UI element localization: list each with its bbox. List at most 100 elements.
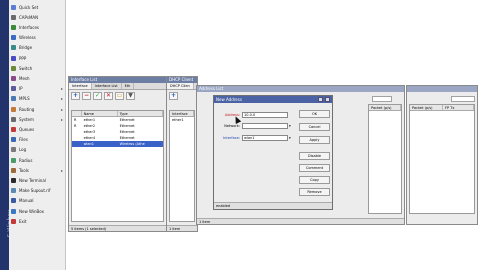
sidebar-item-quick-set[interactable]: Quick Set	[9, 3, 66, 11]
interface-select[interactable]: wlan1	[242, 134, 288, 141]
sidebar-item-queues[interactable]: Queues	[9, 125, 66, 133]
traffic-window: Packet (p/s) FP Tx	[406, 85, 478, 225]
add-button[interactable]: +	[71, 91, 80, 100]
table-row[interactable]: wlan1 Wireless (Athe	[72, 141, 163, 147]
sidebar-item-manual[interactable]: Manual	[9, 197, 66, 205]
col-fp-tx[interactable]: FP Tx	[443, 105, 474, 110]
routing-icon	[11, 106, 16, 112]
address-status: 1 item	[197, 218, 404, 224]
sidebar-item-mpls[interactable]: MPLS ▸	[9, 95, 66, 103]
disable-button[interactable]: Disable	[299, 152, 330, 160]
comment-button[interactable]: ▭	[115, 91, 124, 100]
sidebar-item-system[interactable]: System ▸	[9, 115, 66, 123]
sidebar-item-label: Radius	[19, 157, 33, 163]
sidebar-item-tools[interactable]: Tools ▸	[9, 166, 66, 174]
winbox-side-strip: S Winbox	[0, 0, 13, 270]
sidebar-item-bridge[interactable]: Bridge	[9, 44, 66, 52]
sidebar-item-wireless[interactable]: Wireless	[9, 34, 66, 42]
tab-interface[interactable]: Interface	[69, 83, 92, 89]
sidebar-item-capsman[interactable]: CAPsMAN	[9, 13, 66, 21]
network-field[interactable]	[242, 122, 288, 129]
disable-button[interactable]: ✕	[104, 91, 113, 100]
sidebar-item-label: Exit	[19, 218, 27, 224]
address-table: Packet (p/s)	[368, 104, 402, 214]
remove-button[interactable]: Remove	[299, 188, 330, 196]
sidebar-item-new-terminal[interactable]: New Terminal	[9, 176, 66, 184]
sidebar-item-label: IP	[19, 86, 23, 92]
sidebar-item-label: Manual	[19, 198, 34, 204]
chevron-right-icon: ▸	[60, 86, 63, 92]
exit-icon	[11, 218, 16, 224]
ppp-icon	[11, 55, 16, 61]
dialog-title[interactable]: New Address	[214, 96, 332, 103]
remove-button[interactable]: −	[82, 91, 91, 100]
address-field[interactable]: 10.0.0	[242, 111, 288, 118]
comment-button[interactable]: Comment	[299, 164, 330, 172]
col-packet-ps[interactable]: Packet (p/s)	[410, 105, 443, 110]
ip-icon	[11, 86, 16, 92]
col-interface[interactable]: Interface	[170, 111, 194, 116]
sidebar-item-label: Log	[19, 147, 27, 153]
sidebar-item-label: CAPsMAN	[19, 14, 39, 20]
sidebar-item-routing[interactable]: Routing ▸	[9, 105, 66, 113]
sidebar-item-interfaces[interactable]: Interfaces	[9, 23, 66, 31]
sidebar-item-label: Routing	[19, 106, 35, 112]
traffic-find-box[interactable]	[451, 96, 475, 102]
mesh-icon	[11, 75, 16, 81]
sidebar-item-label: Interfaces	[19, 24, 39, 30]
bridge-icon	[11, 45, 16, 51]
dhcp-row-interface: ether1	[172, 118, 184, 122]
interface-status: 5 items (1 selected)	[69, 225, 166, 231]
manual-icon	[11, 198, 16, 204]
table-row[interactable]: ether1	[170, 117, 194, 123]
chevron-down-icon[interactable]: ▾	[289, 124, 291, 128]
winbox-icon	[11, 208, 16, 214]
sidebar-item-radius[interactable]: Radius	[9, 156, 66, 164]
tab-dhcp-client[interactable]: DHCP Clien	[167, 83, 194, 89]
row-flag	[72, 141, 82, 147]
interface-tabs: Interface Interface List Eth	[69, 83, 166, 90]
col-name[interactable]: Name	[82, 111, 118, 116]
tab-interface-list[interactable]: Interface List	[92, 83, 122, 89]
files-icon	[11, 137, 16, 143]
sidebar-item-new-winbox[interactable]: New WinBox	[9, 207, 66, 215]
sidebar-item-ip[interactable]: IP ▸	[9, 85, 66, 93]
dhcp-add-button[interactable]: +	[169, 91, 178, 100]
ok-button[interactable]: OK	[299, 110, 330, 118]
queues-icon	[11, 126, 16, 132]
switch-icon	[11, 65, 16, 71]
sidebar-item-files[interactable]: Files	[9, 136, 66, 144]
copy-button[interactable]: Copy	[299, 176, 330, 184]
quick-set-icon	[11, 4, 16, 10]
chevron-down-icon[interactable]: ▾	[289, 136, 291, 140]
sidebar-item-mesh[interactable]: Mesh	[9, 74, 66, 82]
cancel-button[interactable]: Cancel	[299, 123, 330, 131]
filter-icon[interactable]: ▼	[126, 91, 135, 100]
sidebar-item-ppp[interactable]: PPP	[9, 54, 66, 62]
interface-field-row: Interface: wlan1 ▾	[216, 134, 291, 141]
sidebar-item-switch[interactable]: Switch	[9, 64, 66, 72]
col-packet[interactable]: Packet (p/s)	[369, 105, 401, 110]
apply-button[interactable]: Apply	[299, 136, 330, 144]
sidebar-item-exit[interactable]: Exit	[9, 217, 66, 225]
sidebar-item-label: Files	[19, 137, 28, 143]
tab-ethernet[interactable]: Eth	[122, 83, 135, 89]
sidebar-item-label: New Terminal	[19, 177, 46, 183]
sidebar-item-log[interactable]: Log	[9, 146, 66, 154]
close-icon[interactable]	[325, 97, 330, 102]
terminal-icon	[11, 177, 16, 183]
col-type[interactable]: Type	[118, 111, 163, 116]
log-icon	[11, 147, 16, 153]
address-find-box[interactable]	[372, 96, 392, 102]
interface-toolbar: + − ✓ ✕ ▭ ▼	[69, 90, 166, 101]
sidebar-item-label: Wireless	[19, 35, 36, 41]
minimize-icon[interactable]	[318, 97, 323, 102]
sidebar-item-make-supout-rif[interactable]: Make Supout.rif	[9, 187, 66, 195]
sidebar-item-label: System	[19, 116, 34, 122]
enable-button[interactable]: ✓	[93, 91, 102, 100]
interface-rows: Rether1 Ethernet Rether2 Ethernet ether3 Ethe…	[72, 117, 163, 147]
chevron-right-icon: ▸	[60, 96, 63, 102]
address-window-title[interactable]: Address List	[197, 86, 404, 92]
dhcp-status: 1 item	[167, 225, 197, 231]
sidebar-item-label: Tools	[19, 167, 29, 173]
